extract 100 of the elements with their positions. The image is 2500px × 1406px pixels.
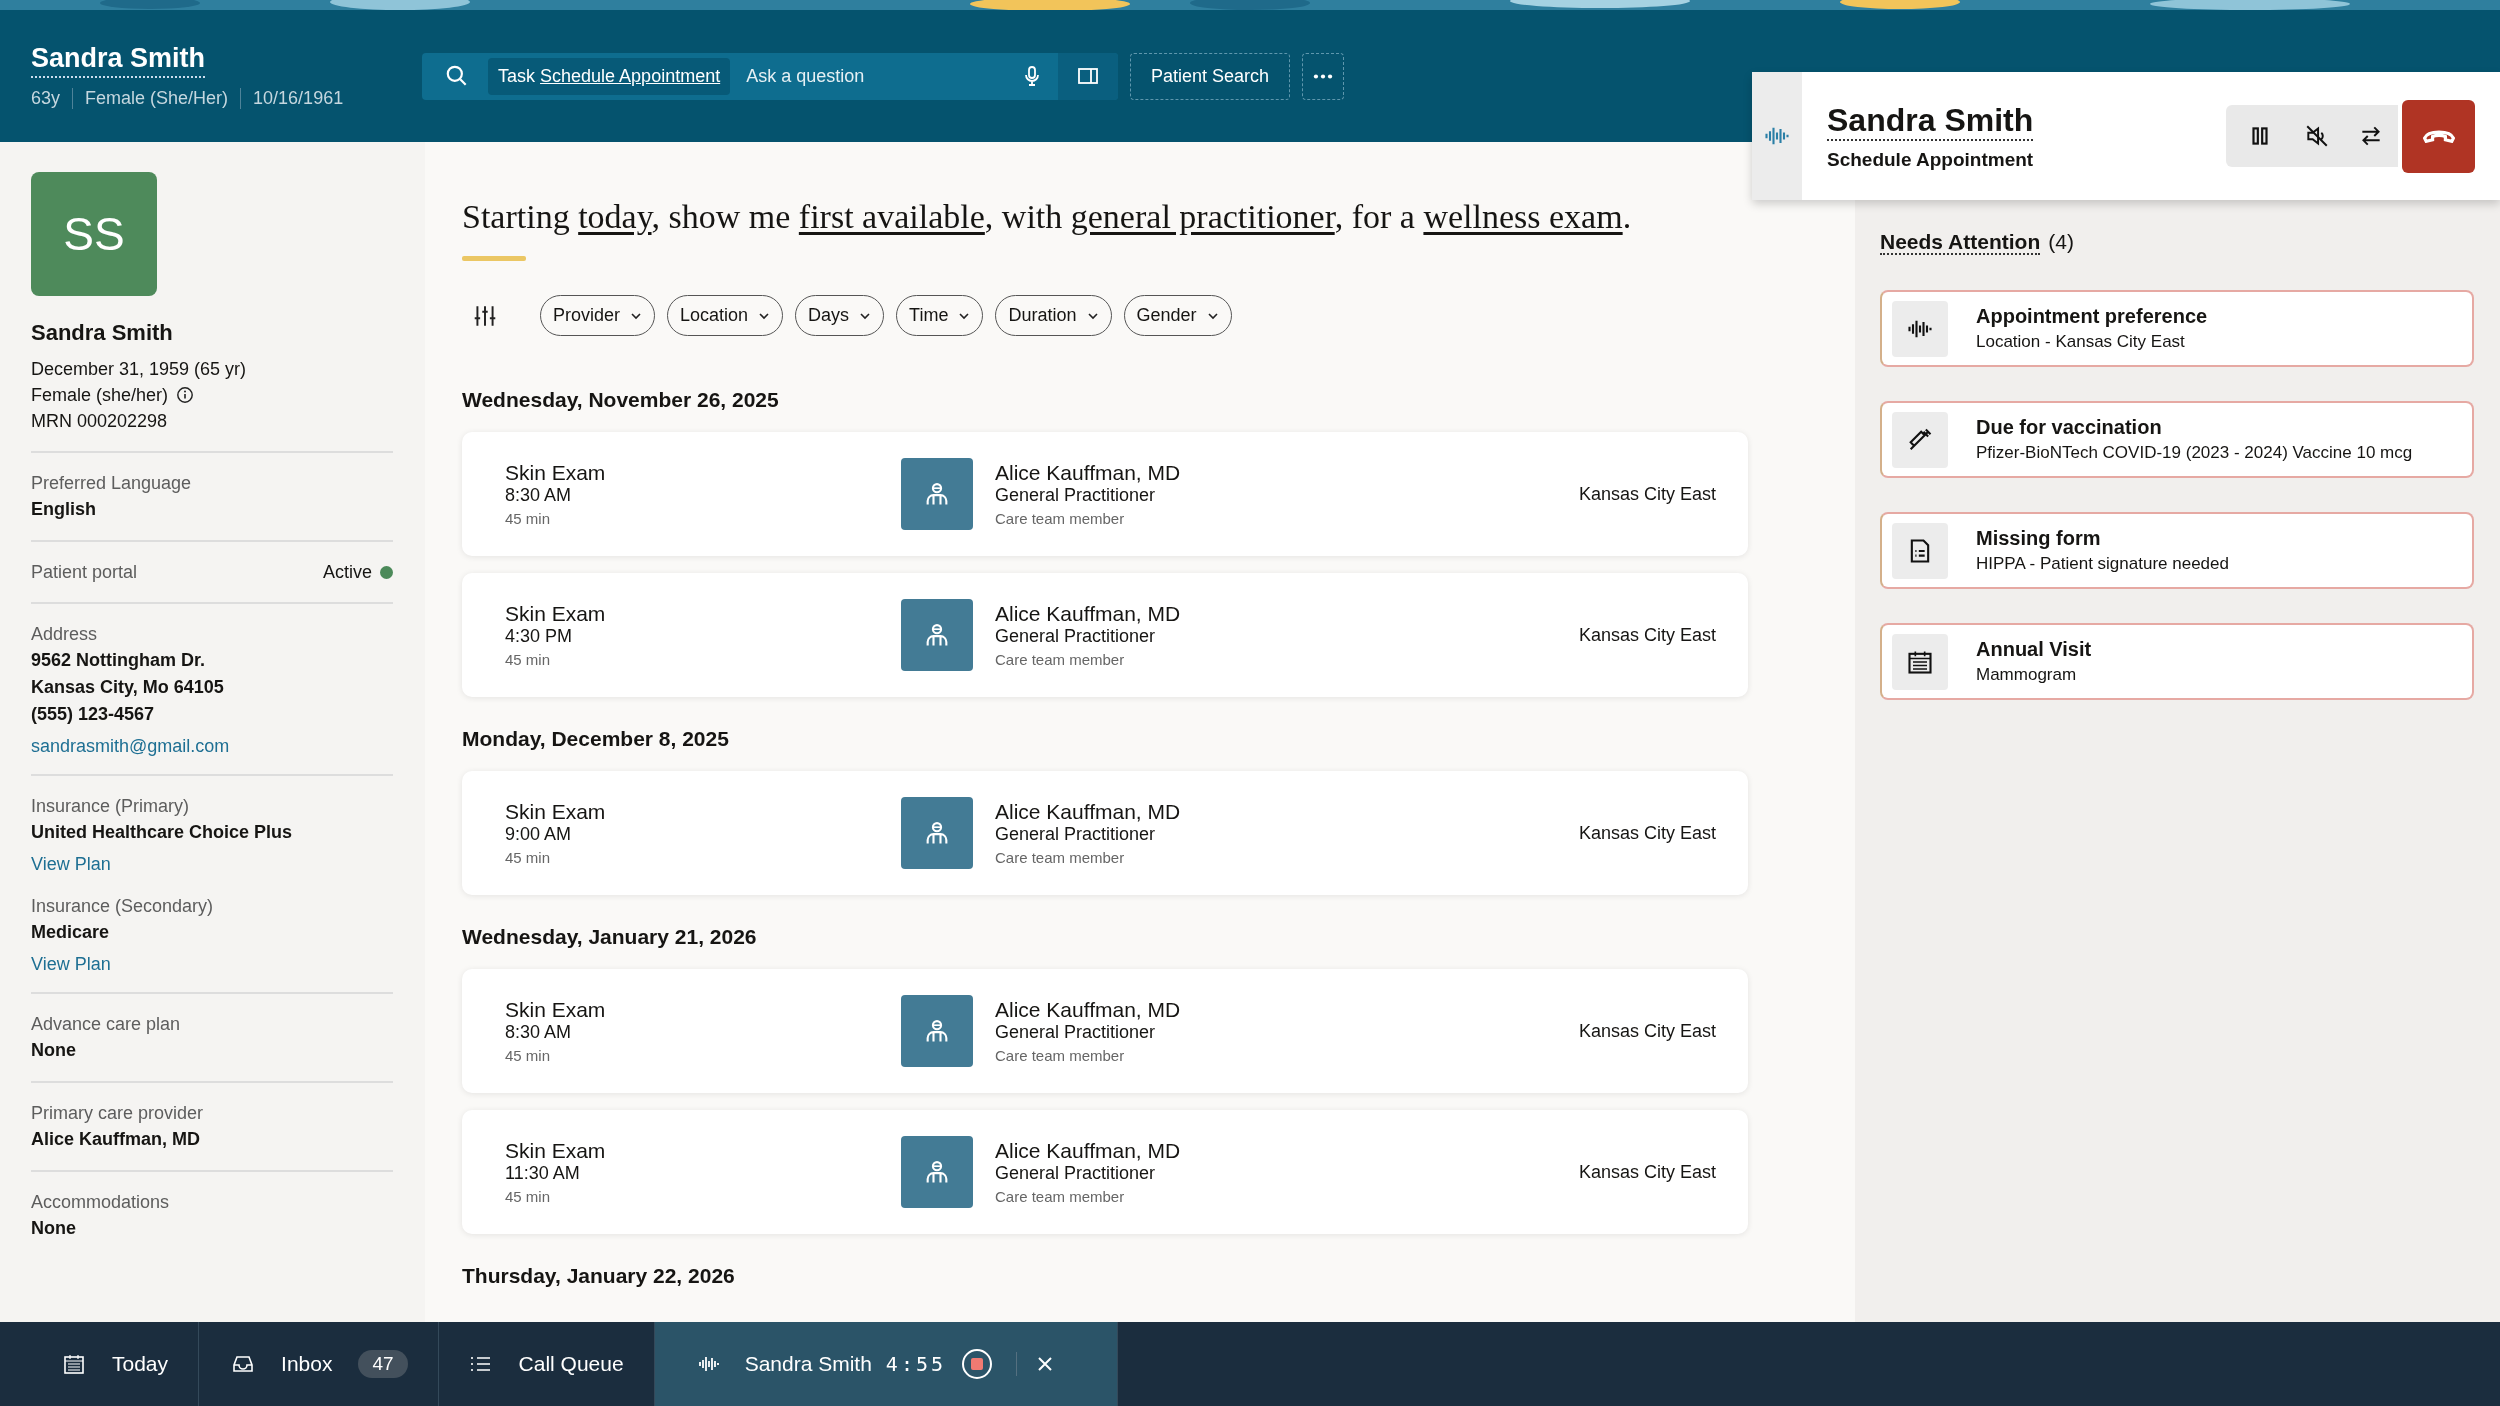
provider-avatar — [901, 458, 973, 530]
patient-detail: MRN 000202298 — [31, 410, 168, 433]
appointment-card[interactable]: Skin Exam 8:30 AM 45 min Alice Kauffman, MD General Practitioner Care team member Kansas City East — [462, 969, 1748, 1093]
taskbar-tab[interactable]: Today — [0, 1322, 200, 1406]
query-link[interactable]: today — [578, 198, 652, 235]
provider-name: Alice Kauffman, MD — [995, 461, 1181, 485]
field-value: Kansas City, Mo 64105 — [31, 676, 225, 699]
attention-card[interactable]: Appointment preference Location - Kansas City East — [1880, 290, 2474, 367]
field-label: Patient portal — [31, 561, 138, 584]
provider-name: Alice Kauffman, MD — [995, 602, 1181, 626]
transfer-button[interactable] — [2344, 105, 2398, 167]
field-label: Address — [31, 623, 99, 646]
attention-title: Due for vaccination — [1976, 416, 2163, 439]
appointment-time: 8:30 AM — [505, 1022, 573, 1043]
attention-title: Appointment preference — [1976, 305, 2208, 328]
provider-avatar — [901, 995, 973, 1067]
attention-card[interactable]: Missing form HIPPA - Patient signature needed — [1880, 512, 2474, 589]
appointment-card[interactable]: Skin Exam 4:30 PM 45 min Alice Kauffman, MD General Practitioner Care team member Kansas City East — [462, 573, 1748, 697]
query-link[interactable]: wellness exam — [1423, 198, 1623, 235]
mute-icon — [2304, 123, 2330, 149]
field-label: Preferred Language — [31, 472, 193, 495]
attention-card[interactable]: Annual Visit Mammogram — [1880, 623, 2474, 700]
attention-title: Annual Visit — [1976, 638, 2092, 661]
more-button[interactable] — [1302, 52, 1345, 100]
section-title[interactable]: Needs Attention — [1880, 230, 2041, 255]
provider-role: Care team member — [995, 849, 1126, 866]
caller-name[interactable]: Sandra Smith — [1827, 101, 2034, 141]
provider-specialty: General Practitioner — [995, 1022, 1157, 1043]
patient-detail: 63y — [31, 88, 62, 109]
panel-toggle-button[interactable] — [1058, 52, 1118, 100]
field-value: Medicare — [31, 921, 111, 944]
count-badge: 47 — [358, 1350, 408, 1378]
call-timer: 4:55 — [885, 1352, 947, 1376]
appointment-card[interactable]: Skin Exam 8:30 AM 45 min Alice Kauffman, MD General Practitioner Care team member Kansas City East — [462, 432, 1748, 556]
service-name: Skin Exam — [505, 461, 607, 485]
field-value: None — [31, 1217, 77, 1240]
attention-detail: Location - Kansas City East — [1976, 332, 2186, 352]
provider-avatar — [901, 599, 973, 671]
query-link[interactable]: first available — [798, 198, 985, 235]
date-heading: Monday, December 8, 2025 — [462, 727, 730, 751]
query-link[interactable]: general practitioner — [1070, 198, 1335, 235]
field-value: 9562 Nottingham Dr. — [31, 649, 207, 672]
link[interactable]: View Plan — [31, 954, 111, 975]
appointment-location: Kansas City East — [1578, 822, 1716, 844]
task-chip[interactable]: Task Schedule Appointment — [488, 57, 731, 95]
patient-name[interactable]: Sandra Smith — [31, 43, 206, 78]
attention-detail: HIPPA - Patient signature needed — [1976, 554, 2229, 574]
patient-detail: Female (She/Her) — [72, 88, 241, 109]
field-label: Advance care plan — [31, 1013, 182, 1036]
provider-specialty: General Practitioner — [995, 626, 1157, 647]
tab-label: Today — [112, 1352, 169, 1376]
appointment-duration: 45 min — [505, 510, 552, 527]
appointment-location: Kansas City East — [1578, 624, 1716, 646]
question-field[interactable]: Ask a question — [730, 65, 1020, 87]
taskbar-tab[interactable]: Call Queue — [438, 1322, 655, 1406]
pause-button[interactable] — [2226, 105, 2290, 167]
provider-avatar — [901, 1136, 973, 1208]
more-icon — [1313, 73, 1334, 79]
appointment-card[interactable]: Skin Exam 11:30 AM 45 min Alice Kauffman, MD General Practitioner Care team member Kansas City East — [462, 1110, 1748, 1234]
attention-card[interactable]: Due for vaccination Pfizer-BioNTech COVID-19 (2023 - 2024) Vaccine 10 mcg — [1880, 401, 2474, 478]
appointment-duration: 45 min — [505, 651, 552, 668]
service-name: Skin Exam — [505, 800, 607, 824]
link[interactable]: View Plan — [31, 854, 111, 875]
appointment-time: 11:30 AM — [505, 1163, 581, 1184]
date-heading: Wednesday, November 26, 2025 — [462, 388, 780, 412]
field-value: (555) 123-4567 — [31, 703, 156, 726]
patient-search-button[interactable]: Patient Search — [1130, 52, 1291, 100]
field-value: None — [31, 1039, 77, 1062]
calendar-icon — [62, 1352, 86, 1376]
provider-specialty: General Practitioner — [995, 1163, 1157, 1184]
query-sentence: Starting today, show me first available, with general practitioner, for a wellness exam. — [462, 198, 1633, 236]
appointment-duration: 45 min — [505, 1047, 552, 1064]
taskbar-tab[interactable]: Sandra Smith 4:55 — [654, 1322, 1119, 1406]
info-icon[interactable] — [176, 386, 195, 404]
date-heading: Thursday, January 22, 2026 — [462, 1264, 736, 1288]
field-label: Accommodations — [31, 1191, 171, 1214]
hang-up-icon — [2422, 129, 2455, 143]
link[interactable]: sandrasmith@gmail.com — [31, 736, 230, 757]
call-task: Schedule Appointment — [1827, 148, 2035, 171]
appointment-duration: 45 min — [505, 1188, 552, 1205]
taskbar-tab[interactable]: Inbox 47 — [199, 1322, 439, 1406]
tab-label: Inbox — [281, 1352, 333, 1376]
attention-detail: Mammogram — [1976, 665, 2078, 685]
appointment-location: Kansas City East — [1578, 1020, 1716, 1042]
stop-recording-icon[interactable] — [962, 1349, 993, 1379]
patient-detail: December 31, 1959 (65 yr) — [31, 358, 247, 381]
date-heading: Wednesday, January 21, 2026 — [462, 925, 758, 949]
end-call-button[interactable] — [2402, 99, 2475, 173]
attention-detail: Pfizer-BioNTech COVID-19 (2023 - 2024) Vaccine 10 mcg — [1976, 443, 2413, 463]
service-name: Skin Exam — [505, 998, 607, 1022]
provider-role: Care team member — [995, 651, 1126, 668]
appointment-time: 8:30 AM — [505, 485, 573, 506]
appointment-card[interactable]: Skin Exam 9:00 AM 45 min Alice Kauffman, MD General Practitioner Care team member Kansas City East — [462, 771, 1748, 895]
provider-role: Care team member — [995, 1188, 1126, 1205]
item-count: (4) — [2048, 230, 2074, 253]
provider-specialty: General Practitioner — [995, 485, 1157, 506]
provider-avatar — [901, 797, 973, 869]
provider-role: Care team member — [995, 510, 1126, 527]
provider-name: Alice Kauffman, MD — [995, 1139, 1181, 1163]
search-bar[interactable]: Task Schedule Appointment Ask a question — [422, 52, 1118, 100]
